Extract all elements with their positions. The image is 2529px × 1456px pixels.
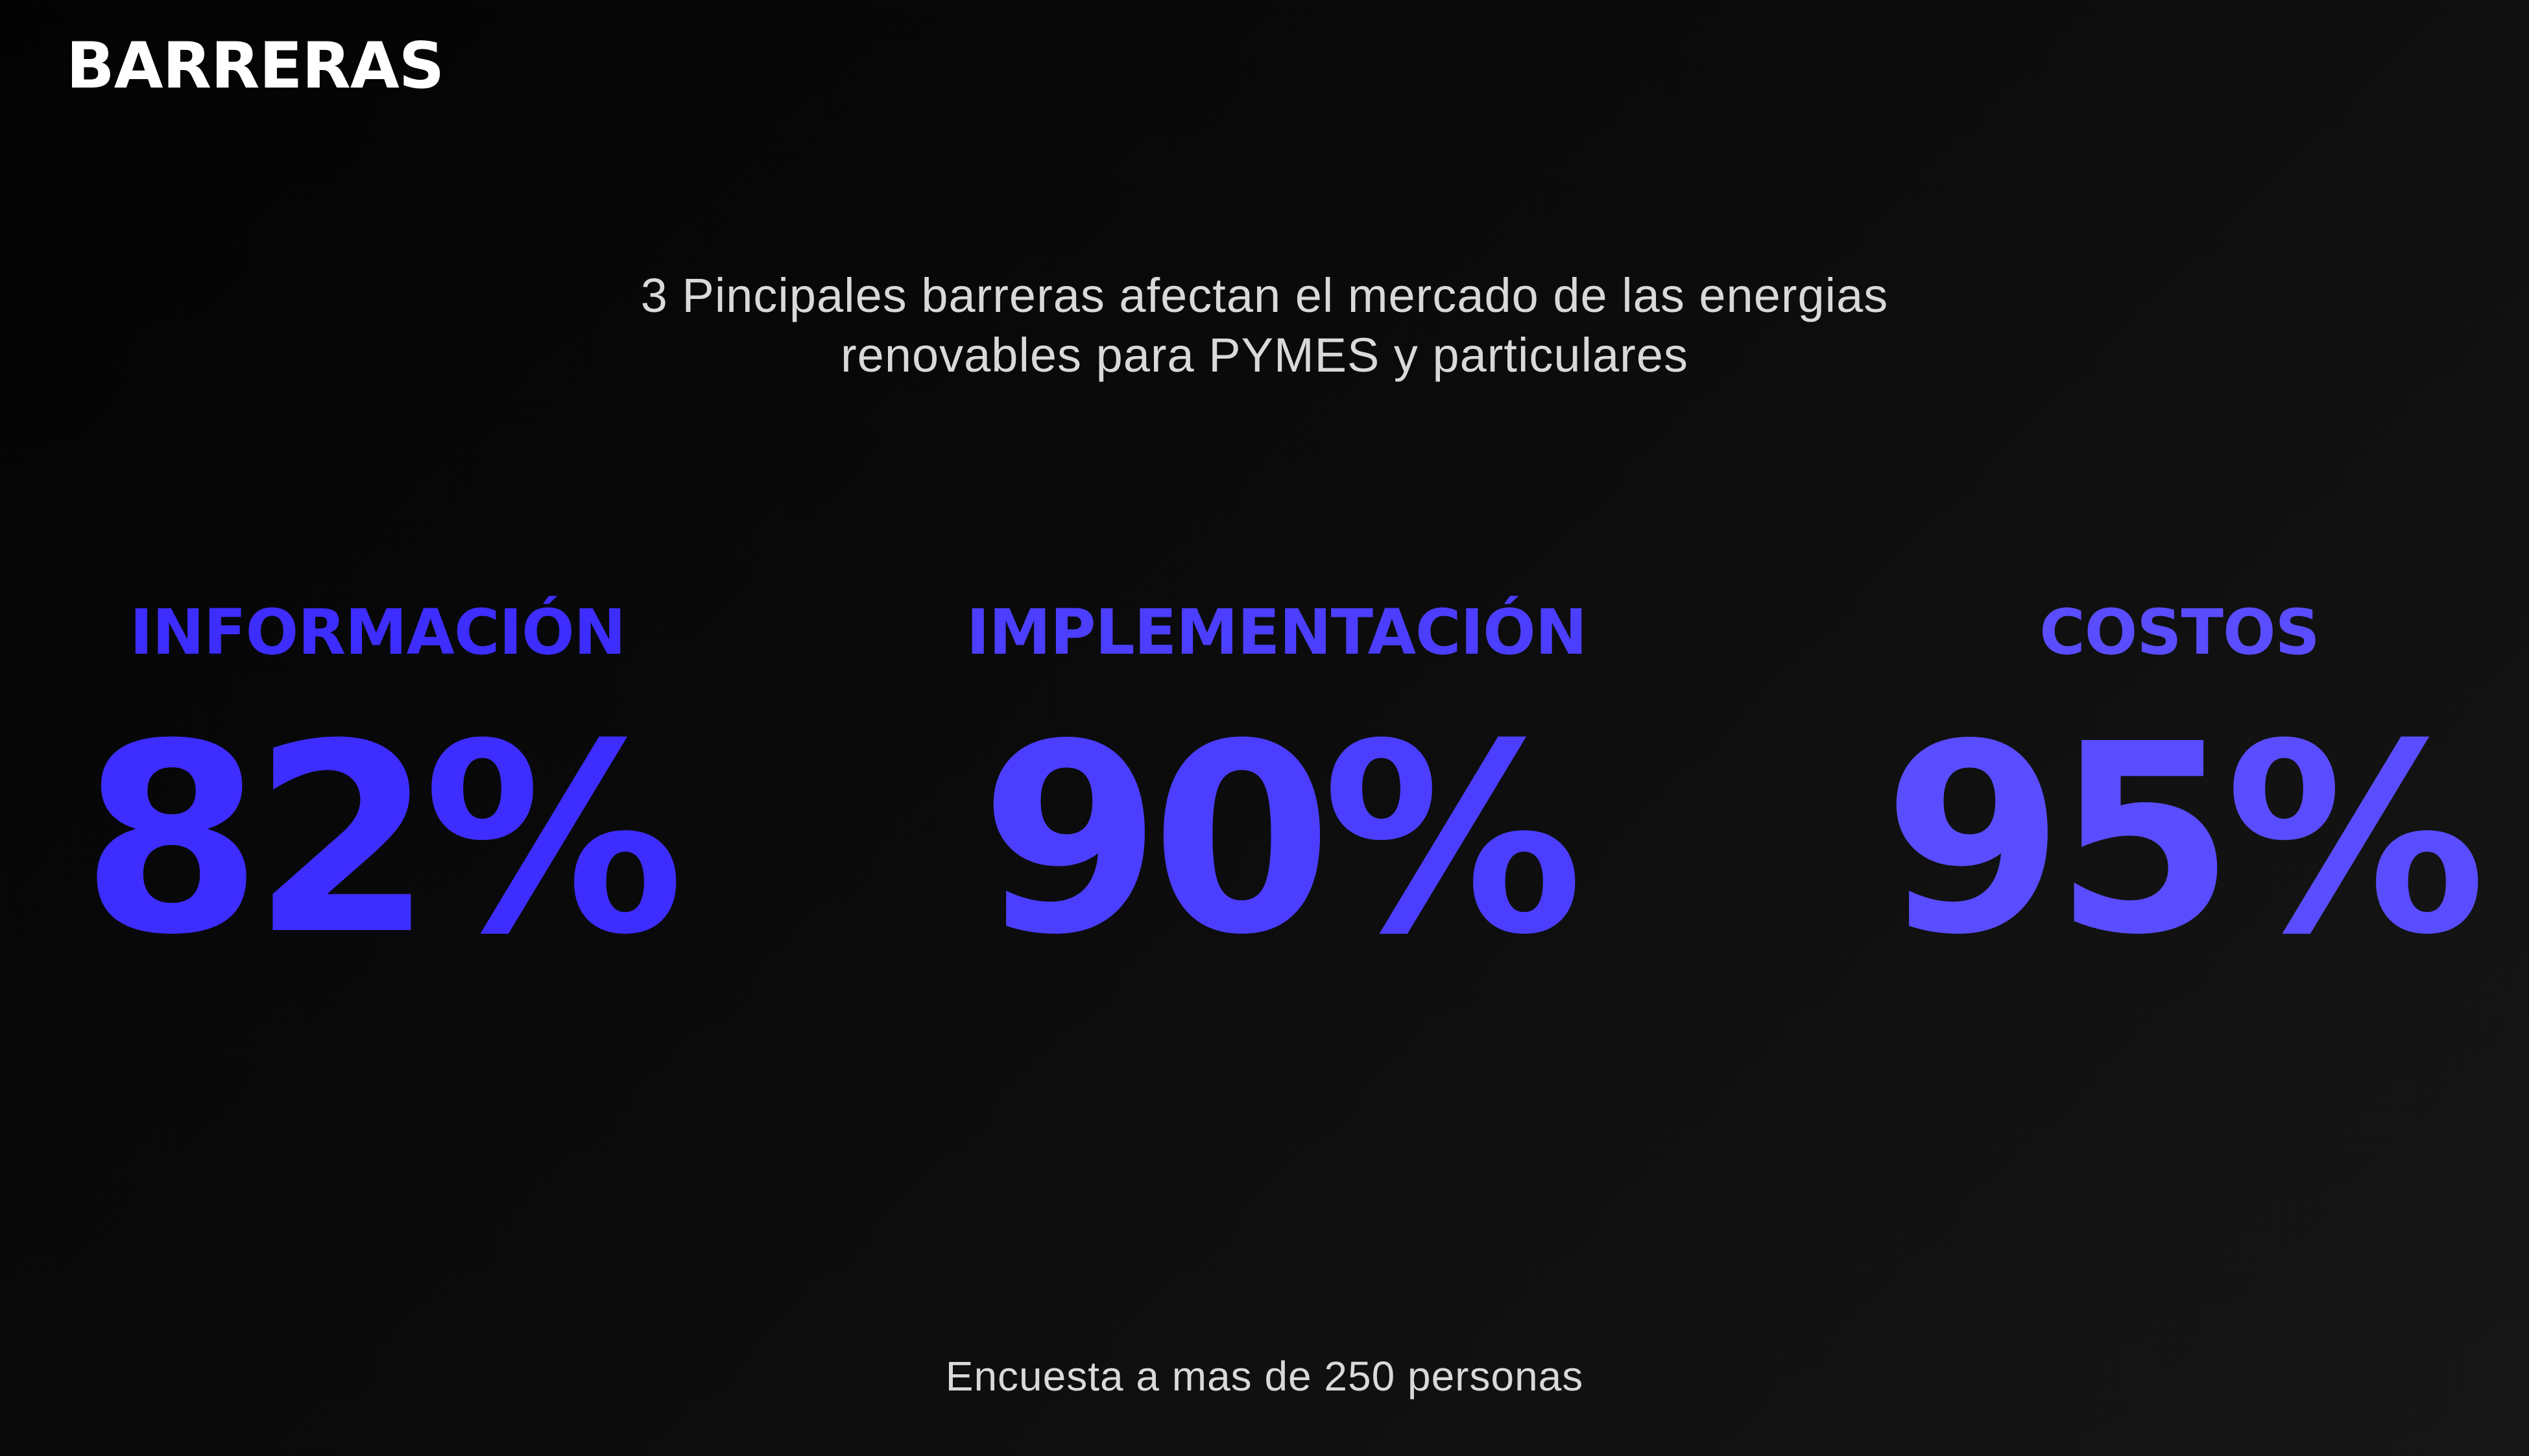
slide: BARRERAS 3 Pincipales barreras afectan e… [0,0,2529,1456]
stat-costos: COSTOS 95% [1758,587,2529,976]
slide-title: BARRERAS [66,29,444,103]
stat-value: 82% [80,688,684,992]
stat-label: IMPLEMENTACIÓN [966,596,1587,669]
subtitle-line-1: 3 Pincipales barreras afectan el mercado… [640,269,1889,322]
stat-label: COSTOS [2039,596,2319,669]
stat-value: 90% [979,688,1583,992]
stat-informacion: INFORMACIÓN 82% [0,587,799,976]
slide-footer: Encuesta a mas de 250 personas [945,1353,1584,1400]
stat-implementacion: IMPLEMENTACIÓN 90% [855,587,1698,976]
subtitle-line-2: renovables para PYMES y particulares [841,328,1688,382]
stat-label: INFORMACIÓN [129,596,626,669]
slide-subtitle: 3 Pincipales barreras afectan el mercado… [0,266,2529,385]
stat-value: 95% [1882,688,2486,992]
